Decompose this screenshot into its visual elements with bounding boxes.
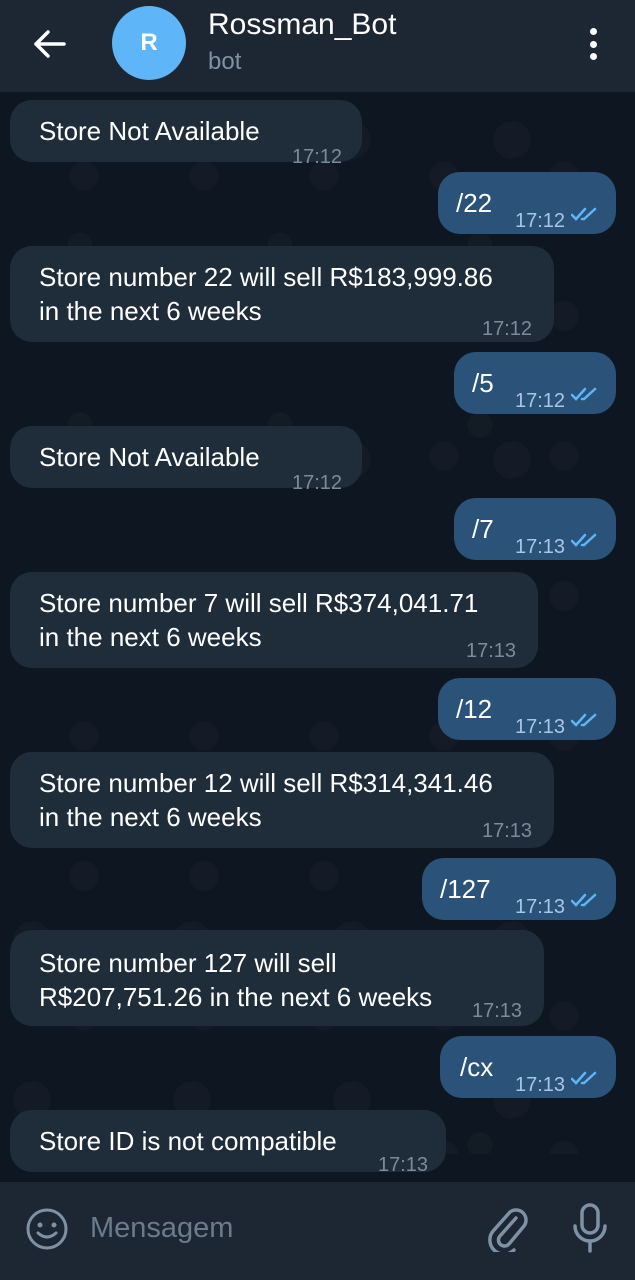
message-text: /5 [472,368,494,398]
avatar[interactable]: R [112,6,186,80]
message-time: 17:13 [515,896,566,918]
message-composer: Mensagem [0,1182,635,1280]
message-time: 17:12 [292,472,343,494]
message-text-line: in the next 6 weeks [39,622,262,652]
outgoing-message[interactable]: /12 17:13 [438,678,616,740]
double-check-icon [571,1071,597,1085]
message-time: 17:12 [292,146,343,168]
incoming-message[interactable]: Store ID is not compatible 17:13 [10,1110,446,1176]
outgoing-message[interactable]: /22 17:12 [438,172,616,234]
back-arrow-icon[interactable] [26,24,72,64]
message-text: Store ID is not compatible [39,1126,337,1156]
incoming-message[interactable]: Store number 7 will sell R$374,041.71 in… [10,572,538,668]
message-text-line: Store number 12 will sell R$314,341.46 [39,768,493,798]
double-check-icon [571,387,597,401]
message-time: 17:12 [515,210,566,232]
chat-header: R Rossman_Bot bot [0,0,635,92]
message-time: 17:13 [378,1154,429,1176]
message-text-line: Store number 127 will sell [39,948,337,978]
message-time: 17:12 [482,318,533,340]
outgoing-message[interactable]: /127 17:13 [422,858,616,920]
message-time: 17:12 [515,390,566,412]
incoming-message[interactable]: Store Not Available 17:12 [10,426,362,494]
outgoing-message[interactable]: /7 17:13 [454,498,616,560]
message-text-line: Store number 22 will sell R$183,999.86 [39,262,493,292]
message-time: 17:13 [515,716,566,738]
message-time: 17:13 [482,820,533,842]
incoming-message[interactable]: Store number 22 will sell R$183,999.86 i… [10,246,554,342]
double-check-icon [571,893,597,907]
incoming-message[interactable]: Store number 127 will sell R$207,751.26 … [10,930,544,1026]
message-text: /7 [472,514,494,544]
message-time: 17:13 [515,1074,566,1096]
outgoing-message[interactable]: /cx 17:13 [440,1036,616,1098]
paperclip-icon[interactable] [486,1204,530,1252]
message-input[interactable]: Mensagem [90,1212,233,1245]
double-check-icon [571,207,597,221]
message-text-line: in the next 6 weeks [39,802,262,832]
message-text: /cx [460,1052,494,1082]
chat-title[interactable]: Rossman_Bot [208,8,396,42]
message-time: 17:13 [515,536,566,558]
message-text: Store Not Available [39,116,260,146]
message-text-line: in the next 6 weeks [39,296,262,326]
message-text: /22 [456,188,493,218]
incoming-message[interactable]: Store number 12 will sell R$314,341.46 i… [10,752,554,848]
message-text: Store Not Available [39,442,260,472]
incoming-message[interactable]: Store Not Available 17:12 [10,100,362,168]
message-text-line: R$207,751.26 in the next 6 weeks [39,982,433,1012]
double-check-icon [571,533,597,547]
message-text: /127 [440,874,491,904]
chat-subtitle: bot [208,48,242,75]
message-time: 17:13 [466,640,517,662]
more-options-icon[interactable] [578,22,608,66]
message-time: 17:13 [472,1000,523,1022]
message-text-line: Store number 7 will sell R$374,041.71 [39,588,479,618]
message-list[interactable]: Store Not Available 17:12 /22 17:12 Stor… [0,92,635,1176]
microphone-icon[interactable] [570,1202,610,1254]
outgoing-message[interactable]: /5 17:12 [454,352,616,414]
emoji-icon[interactable] [24,1206,70,1252]
double-check-icon [571,713,597,727]
message-text: /12 [456,694,493,724]
